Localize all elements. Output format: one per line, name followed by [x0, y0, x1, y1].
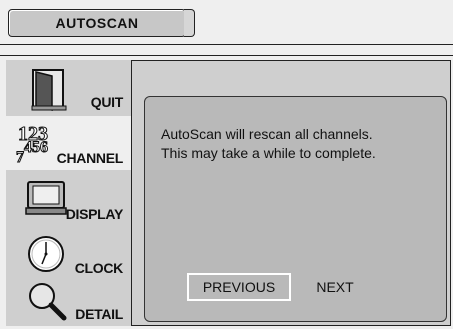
message-line-2: This may take a while to complete. — [161, 145, 376, 161]
menu-item-display[interactable]: DISPLAY — [6, 172, 131, 226]
screen-title-tab: AUTOSCAN — [8, 9, 186, 37]
monitor-icon — [25, 181, 67, 215]
previous-button[interactable]: PREVIOUS — [187, 273, 291, 301]
menu-label-quit: QUIT — [90, 94, 124, 110]
magnifier-icon — [29, 283, 67, 321]
menu-label-detail: DETAIL — [75, 306, 123, 322]
menu-item-channel[interactable]: 123 456 7 CHANNEL — [6, 116, 131, 170]
title-tab-cap — [184, 9, 195, 37]
clock-icon — [28, 236, 64, 272]
door-icon — [31, 69, 67, 111]
menu-item-detail[interactable]: DETAIL — [6, 272, 131, 326]
svg-text:456: 456 — [24, 139, 48, 156]
autoscan-message: AutoScan will rescan all channels. This … — [161, 125, 445, 163]
sidebar-menu: QUIT 123 456 7 CHANNEL DISPLAY CLOCK DET… — [6, 60, 132, 326]
header-divider-top — [0, 44, 453, 45]
menu-label-display: DISPLAY — [65, 206, 124, 222]
screen-title: AUTOSCAN — [55, 15, 139, 31]
next-button[interactable]: NEXT — [305, 273, 365, 301]
menu-item-quit[interactable]: QUIT — [6, 60, 131, 114]
message-line-1: AutoScan will rescan all channels. — [161, 126, 373, 142]
header-divider-bottom — [0, 55, 453, 56]
menu-label-channel: CHANNEL — [56, 150, 124, 166]
svg-text:7: 7 — [16, 149, 24, 164]
autoscan-dialog: AutoScan will rescan all channels. This … — [144, 96, 447, 322]
